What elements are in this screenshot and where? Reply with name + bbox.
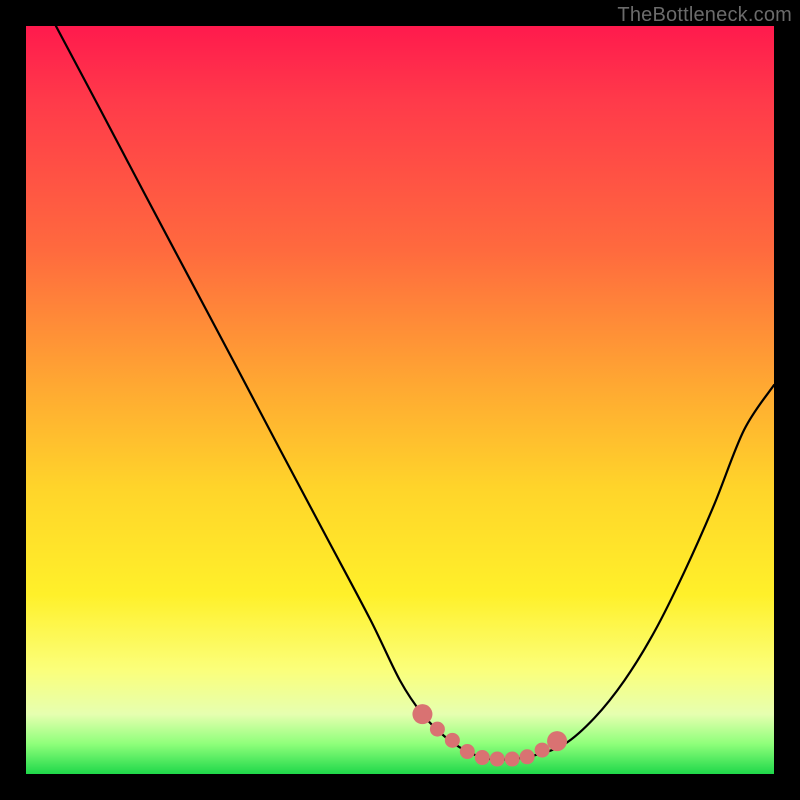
highlight-dot <box>490 752 505 767</box>
watermark-text: TheBottleneck.com <box>617 4 792 27</box>
plot-area <box>26 26 774 774</box>
highlight-dot <box>445 733 460 748</box>
highlight-dot <box>460 744 475 759</box>
highlight-dots <box>412 704 567 766</box>
highlight-dot <box>412 704 432 724</box>
chart-frame: TheBottleneck.com <box>0 0 800 800</box>
highlight-dot <box>535 743 550 758</box>
highlight-dot <box>505 752 520 767</box>
highlight-dot <box>430 722 445 737</box>
highlight-dot <box>520 749 535 764</box>
bottleneck-curve <box>56 26 774 760</box>
chart-svg <box>26 26 774 774</box>
highlight-dot <box>475 750 490 765</box>
highlight-dot <box>547 731 567 751</box>
